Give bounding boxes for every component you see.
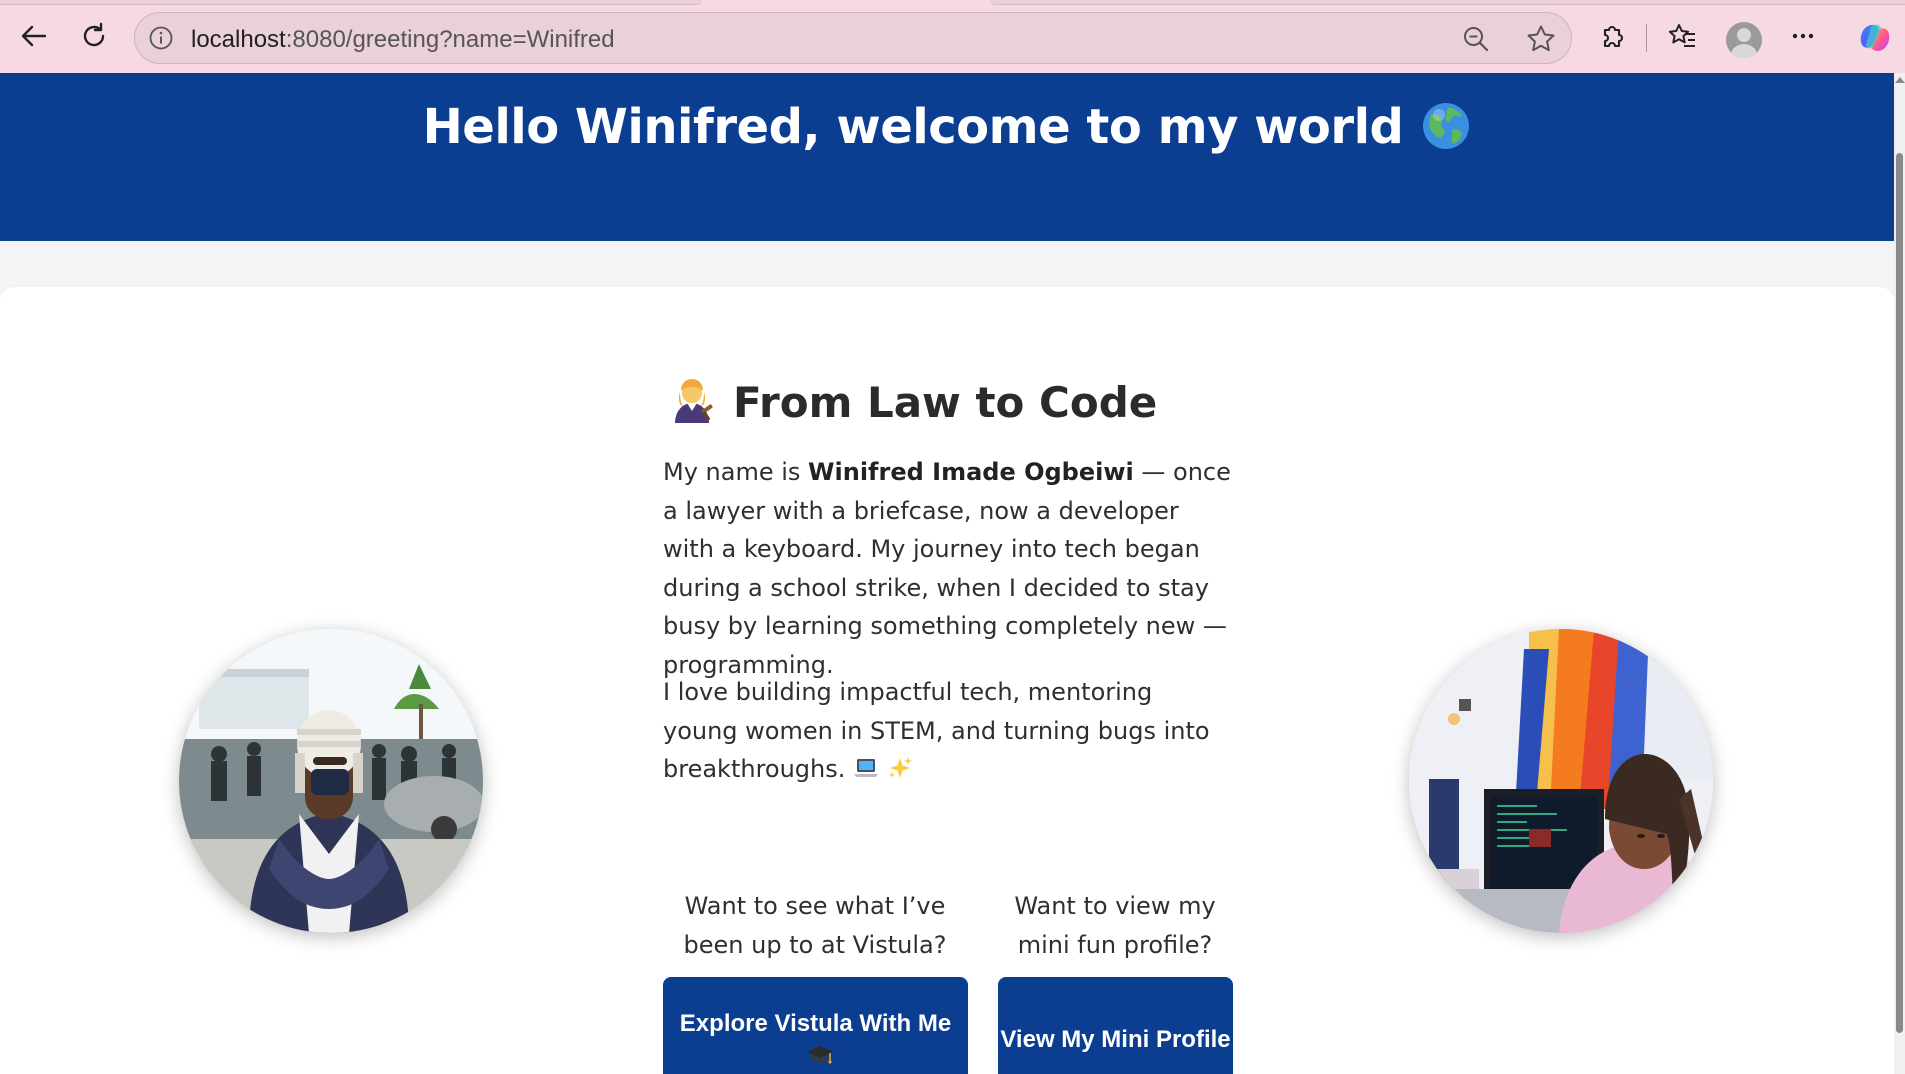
globe-emoji-icon — [1423, 103, 1470, 149]
profile-prompt: Want to view my mini fun profile? — [1014, 892, 1216, 959]
info-icon — [149, 26, 173, 50]
developer-photo-image — [1409, 629, 1713, 933]
star-icon[interactable] — [1525, 23, 1557, 55]
about-heading-text: From Law to Code — [733, 378, 1158, 427]
about-heading: From Law to Code — [669, 377, 1229, 427]
url-text[interactable]: localhost:8080/greeting?name=Winifred — [191, 26, 615, 54]
favorites-icon — [1668, 24, 1695, 47]
about-para1-prefix: My name is — [663, 458, 809, 486]
extensions-button[interactable] — [1591, 14, 1635, 58]
page-scrollbar[interactable] — [1894, 73, 1905, 1074]
zoom-out-icon[interactable] — [1461, 24, 1491, 54]
address-bar[interactable]: localhost:8080/greeting?name=Winifred — [134, 12, 1572, 64]
lawyer-photo — [179, 629, 483, 933]
about-para2-text: I love building impactful tech, mentorin… — [663, 678, 1210, 783]
graduation-cap-emoji-icon — [806, 1046, 833, 1064]
url-host: localhost — [191, 26, 286, 53]
about-paragraph-1: My name is Winifred Imade Ogbeiwi — once… — [663, 453, 1233, 684]
sparkles-emoji-icon — [888, 757, 912, 778]
reload-button[interactable] — [72, 14, 116, 58]
about-paragraph-2: I love building impactful tech, mentorin… — [663, 673, 1233, 789]
browser-toolbar: localhost:8080/greeting?name=Winifred — [0, 0, 1905, 73]
copilot-icon[interactable] — [1855, 18, 1895, 58]
lawyer-photo-image — [179, 629, 483, 933]
scrollbar-thumb[interactable] — [1896, 153, 1903, 1033]
page-viewport: Hello Winifred, welcome to my world From… — [0, 73, 1894, 1074]
reload-icon — [83, 22, 105, 47]
favorites-button[interactable] — [1660, 14, 1704, 58]
view-mini-profile-label: View My Mini Profile — [1000, 1026, 1231, 1053]
hero-title-text: Hello Winifred, welcome to my world — [422, 99, 1404, 155]
inactive-tab-left[interactable] — [0, 0, 702, 5]
scroll-up-arrow-icon[interactable] — [1895, 77, 1905, 83]
inactive-tab-right[interactable] — [990, 0, 1905, 5]
explore-vistula-label: Explore Vistula With Me — [679, 1010, 952, 1037]
laptop-emoji-icon — [854, 759, 879, 777]
about-card: From Law to Code My name is Winifred Ima… — [0, 287, 1894, 1074]
back-arrow-icon — [21, 25, 47, 47]
tab-strip — [0, 0, 1905, 6]
more-button[interactable] — [1781, 14, 1825, 58]
explore-vistula-button[interactable]: Explore Vistula With Me — [663, 977, 968, 1074]
site-info-button[interactable] — [147, 24, 175, 52]
more-icon — [1792, 33, 1814, 39]
judge-emoji-icon — [675, 379, 713, 423]
vistula-prompt: Want to see what I’ve been up to at Vist… — [683, 892, 947, 959]
extensions-icon — [1603, 26, 1623, 48]
toolbar-divider — [1646, 24, 1647, 52]
back-button[interactable] — [12, 14, 56, 58]
developer-photo — [1409, 629, 1713, 933]
about-para1-rest: — once a lawyer with a briefcase, now a … — [663, 458, 1231, 679]
hero-banner: Hello Winifred, welcome to my world — [0, 73, 1894, 241]
view-mini-profile-button[interactable]: View My Mini Profile — [998, 977, 1233, 1074]
profile-avatar-icon[interactable] — [1726, 22, 1762, 58]
author-name: Winifred Imade Ogbeiwi — [808, 458, 1134, 486]
url-path: :8080/greeting?name=Winifred — [285, 26, 615, 53]
hero-title: Hello Winifred, welcome to my world — [0, 99, 1894, 155]
